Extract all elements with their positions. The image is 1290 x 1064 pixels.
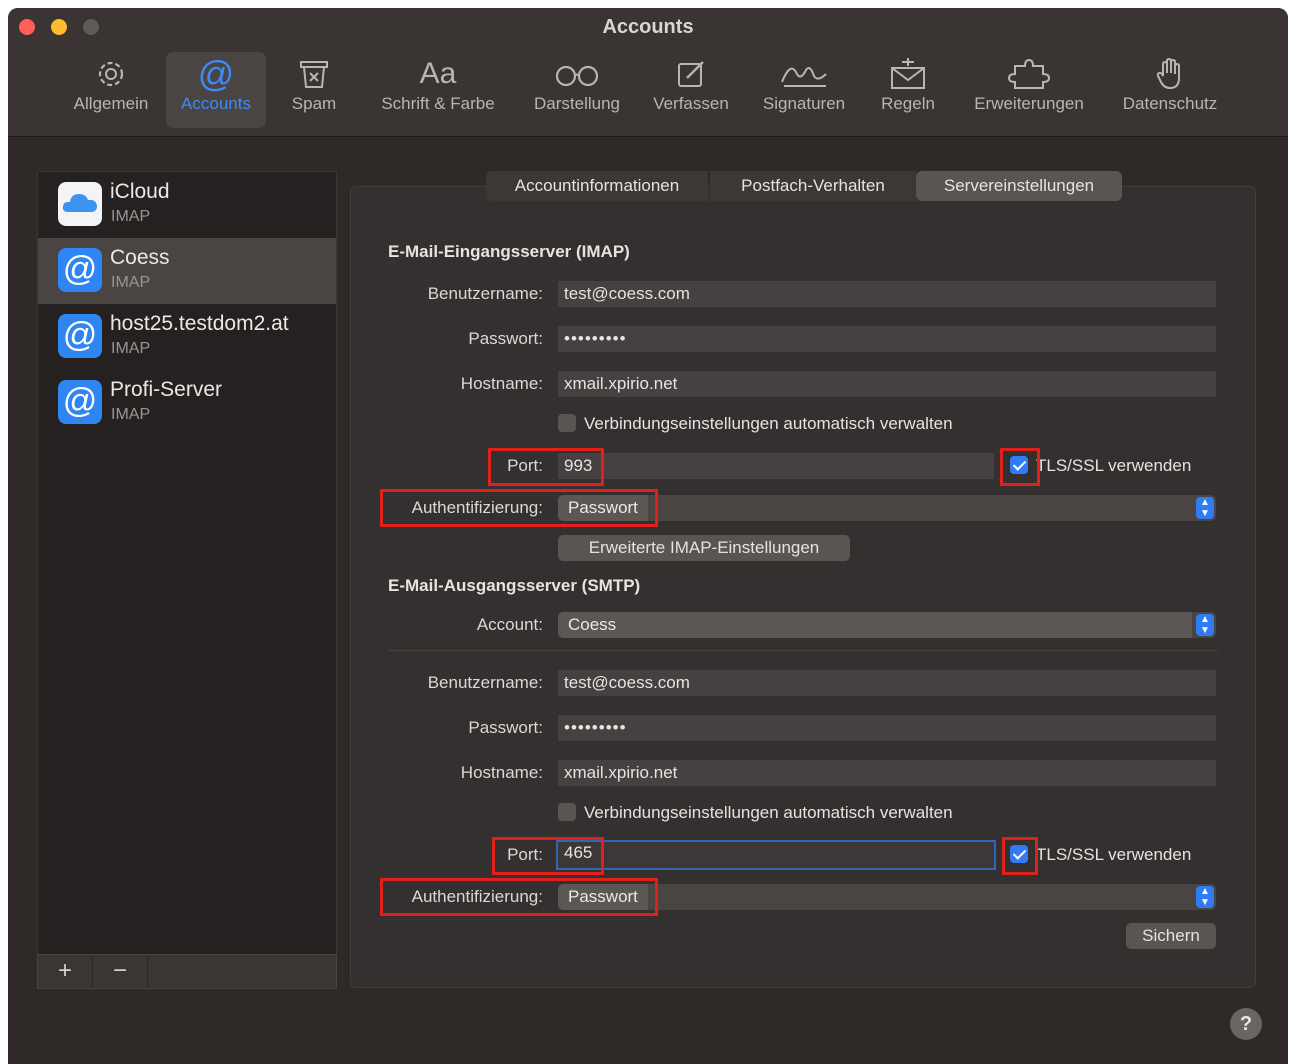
account-list: iCloud IMAP @ Coess IMAP @ host25.testdo… xyxy=(37,171,337,955)
smtp-hostname-field[interactable]: xmail.xpirio.net xyxy=(558,760,1216,786)
toolbar-label: Allgemein xyxy=(73,94,149,113)
imap-auto-manage-checkbox[interactable] xyxy=(558,414,576,432)
tab-servereinstellungen[interactable]: Servereinstellungen xyxy=(916,171,1122,201)
glasses-icon xyxy=(522,52,632,94)
toolbar-darstellung[interactable]: Darstellung xyxy=(522,52,632,128)
account-item-profi-server[interactable]: @ Profi-Server IMAP xyxy=(38,370,336,436)
account-type: IMAP xyxy=(111,340,151,357)
smtp-username-label: Benutzername: xyxy=(427,673,543,692)
smtp-auto-manage-checkbox[interactable] xyxy=(558,803,576,821)
account-item-host25[interactable]: @ host25.testdom2.at IMAP xyxy=(38,304,336,370)
imap-port-field[interactable]: 993 xyxy=(558,453,994,479)
smtp-tls-highlight xyxy=(1002,837,1038,875)
advanced-imap-settings-button[interactable]: Erweiterte IMAP-Einstellungen xyxy=(558,535,850,561)
smtp-hostname-label: Hostname: xyxy=(460,763,543,782)
toolbar-label: Erweiterungen xyxy=(974,94,1084,113)
account-item-icloud[interactable]: iCloud IMAP xyxy=(38,172,336,238)
tab-accountinformationen[interactable]: Accountinformationen xyxy=(486,171,708,201)
help-button[interactable]: ? xyxy=(1230,1008,1262,1040)
at-account-icon: @ xyxy=(58,314,102,358)
imap-hostname-label: Hostname: xyxy=(460,374,543,393)
hand-icon xyxy=(1108,52,1232,94)
gear-icon xyxy=(64,52,158,94)
trash-x-icon xyxy=(284,52,344,94)
imap-password-label: Passwort: xyxy=(468,329,543,348)
account-item-coess[interactable]: @ Coess IMAP xyxy=(38,238,336,304)
account-name: host25.testdom2.at xyxy=(110,312,289,335)
smtp-username-field[interactable]: test@coess.com xyxy=(558,670,1216,696)
imap-auth-highlight xyxy=(380,489,658,527)
at-icon: @ xyxy=(197,53,235,94)
imap-section-title: E-Mail-Eingangsserver (IMAP) xyxy=(388,242,630,261)
icloud-icon xyxy=(58,182,102,226)
compose-icon xyxy=(644,52,738,94)
toolbar-label: Spam xyxy=(291,94,337,113)
imap-username-field[interactable]: test@coess.com xyxy=(558,281,1216,307)
add-account-button[interactable]: + xyxy=(38,955,93,988)
toolbar-label: Darstellung xyxy=(534,94,620,113)
smtp-password-field[interactable]: ••••••••• xyxy=(558,715,1216,741)
toolbar-accounts[interactable]: @ Accounts xyxy=(166,52,266,128)
toolbar-label: Schrift & Farbe xyxy=(381,94,495,113)
smtp-auth-highlight xyxy=(380,878,658,916)
imap-tls-label: TLS/SSL verwenden xyxy=(1036,456,1192,475)
account-name: Profi-Server xyxy=(110,378,223,401)
imap-username-label: Benutzername: xyxy=(427,284,543,303)
font-icon: Aa xyxy=(419,57,457,90)
toolbar-label: Regeln xyxy=(881,94,935,113)
divider xyxy=(388,650,1218,651)
rules-envelope-icon xyxy=(872,52,944,94)
save-button[interactable]: Sichern xyxy=(1126,923,1216,949)
puzzle-icon xyxy=(962,52,1096,94)
smtp-port-field[interactable]: 465 xyxy=(556,840,996,870)
toolbar-label: Accounts xyxy=(181,94,251,113)
toolbar-label: Signaturen xyxy=(762,94,846,113)
smtp-port-highlight xyxy=(492,837,604,875)
toolbar-regeln[interactable]: Regeln xyxy=(872,52,944,128)
chevron-updown-icon: ▲ ▼ xyxy=(1196,497,1214,519)
toolbar-verfassen[interactable]: Verfassen xyxy=(644,52,738,128)
signature-icon xyxy=(754,52,854,94)
smtp-tls-label: TLS/SSL verwenden xyxy=(1036,845,1192,864)
smtp-account-label: Account: xyxy=(476,615,543,634)
toolbar-allgemein[interactable]: Allgemein xyxy=(64,52,158,128)
account-list-footer: + − xyxy=(37,954,337,989)
at-account-icon: @ xyxy=(58,248,102,292)
account-type: IMAP xyxy=(111,208,151,225)
toolbar-label: Datenschutz xyxy=(1122,94,1218,113)
account-type: IMAP xyxy=(111,406,151,423)
mail-preferences-window: Accounts Allgemein @ Accounts Spam Aa Sc… xyxy=(8,8,1288,1064)
toolbar-datenschutz[interactable]: Datenschutz xyxy=(1108,52,1232,128)
imap-tls-highlight xyxy=(1000,448,1040,486)
toolbar-schrift-farbe[interactable]: Aa Schrift & Farbe xyxy=(368,52,508,128)
smtp-section-title: E-Mail-Ausgangsserver (SMTP) xyxy=(388,576,641,595)
smtp-password-label: Passwort: xyxy=(468,718,543,737)
account-type: IMAP xyxy=(111,274,151,291)
remove-account-button[interactable]: − xyxy=(93,955,148,988)
account-name: Coess xyxy=(110,246,170,269)
toolbar: Accounts Allgemein @ Accounts Spam Aa Sc… xyxy=(8,8,1288,137)
window-title: Accounts xyxy=(602,16,694,38)
toolbar-signaturen[interactable]: Signaturen xyxy=(754,52,854,128)
imap-hostname-field[interactable]: xmail.xpirio.net xyxy=(558,371,1216,397)
toolbar-spam[interactable]: Spam xyxy=(284,52,344,128)
imap-auto-manage-label: Verbindungseinstellungen automatisch ver… xyxy=(584,414,953,433)
toolbar-erweiterungen[interactable]: Erweiterungen xyxy=(962,52,1096,128)
imap-port-highlight xyxy=(488,448,604,486)
smtp-account-select[interactable]: Coess ▲ ▼ xyxy=(558,612,1216,638)
account-name: iCloud xyxy=(110,180,170,203)
imap-password-field[interactable]: ••••••••• xyxy=(558,326,1216,352)
smtp-auto-manage-label: Verbindungseinstellungen automatisch ver… xyxy=(584,803,953,822)
chevron-updown-icon: ▲ ▼ xyxy=(1196,614,1214,636)
tab-postfach-verhalten[interactable]: Postfach-Verhalten xyxy=(710,171,916,201)
toolbar-label: Verfassen xyxy=(653,94,729,113)
smtp-account-value: Coess xyxy=(558,612,1192,638)
at-account-icon: @ xyxy=(58,380,102,424)
chevron-updown-icon: ▲ ▼ xyxy=(1196,886,1214,908)
